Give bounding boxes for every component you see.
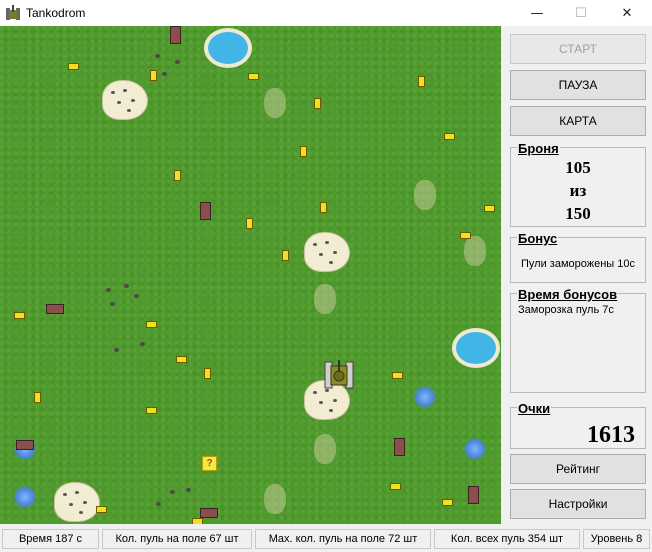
- armor-panel: Броня 105 из 150: [510, 141, 646, 227]
- bullet: [282, 250, 289, 261]
- rating-button[interactable]: Рейтинг: [510, 454, 646, 484]
- pebble: [106, 288, 111, 292]
- bonus-panel: Бонус Пули заморожены 10с: [510, 231, 646, 283]
- bullet: [146, 407, 157, 414]
- bullet: [442, 499, 453, 506]
- bonus-text: Пули заморожены 10с: [521, 258, 635, 270]
- pebble: [124, 284, 129, 288]
- freeze-effect: [14, 486, 36, 508]
- map-button[interactable]: КАРТА: [510, 106, 646, 136]
- rock: [54, 482, 100, 522]
- bullet: [204, 368, 211, 379]
- pebble: [140, 342, 145, 346]
- enemy-tank: [200, 202, 211, 220]
- pebble: [175, 60, 180, 64]
- bonus-time-text: Заморозка пуль 7с: [518, 304, 614, 316]
- faded-rock: [264, 88, 286, 118]
- bonus-time-title: Время бонусов: [517, 287, 619, 302]
- freeze-effect: [464, 438, 486, 460]
- bullet: [300, 146, 307, 157]
- pebble: [162, 72, 167, 76]
- pebble: [170, 490, 175, 494]
- pebble: [134, 294, 139, 298]
- armor-title: Броня: [517, 141, 560, 156]
- bullet: [246, 218, 253, 229]
- rock: [304, 232, 350, 272]
- bullet: [248, 73, 259, 80]
- settings-button[interactable]: Настройки: [510, 489, 646, 519]
- enemy-tank: [16, 440, 34, 450]
- status-time: Время 187 с: [2, 529, 99, 549]
- score-panel: Очки 1613: [510, 401, 646, 449]
- bullet: [96, 506, 107, 513]
- bullet: [390, 483, 401, 490]
- armor-max: 150: [565, 204, 591, 223]
- enemy-tank: [394, 438, 405, 456]
- bullet: [444, 133, 455, 140]
- bullet: [146, 321, 157, 328]
- window-title: Tankodrom: [26, 6, 86, 20]
- pebble: [186, 488, 191, 492]
- pebble: [110, 302, 115, 306]
- lake: [204, 28, 252, 68]
- faded-rock: [314, 284, 336, 314]
- status-level: Уровень 8: [583, 529, 650, 549]
- sidebar: СТАРТ ПАУЗА КАРТА Броня 105 из 150 Бонус…: [501, 26, 652, 524]
- bullet: [14, 312, 25, 319]
- armor-current: 105: [565, 158, 591, 177]
- minimize-button[interactable]: —: [514, 0, 560, 26]
- armor-of-label: из: [569, 181, 587, 200]
- close-button[interactable]: ✕: [604, 0, 650, 26]
- enemy-tank: [468, 486, 479, 504]
- faded-rock: [464, 236, 486, 266]
- start-button[interactable]: СТАРТ: [510, 34, 646, 64]
- pebble: [114, 348, 119, 352]
- bullet: [176, 356, 187, 363]
- faded-rock: [314, 434, 336, 464]
- bullet: [320, 202, 327, 213]
- bullet: [68, 63, 79, 70]
- pebble: [155, 54, 160, 58]
- score-title: Очки: [517, 401, 552, 416]
- enemy-tank: [200, 508, 218, 518]
- bullet: [460, 232, 471, 239]
- freeze-effect: [414, 386, 436, 408]
- rock: [102, 80, 148, 120]
- maximize-button[interactable]: ☐: [558, 0, 604, 26]
- player-tank: [324, 360, 354, 389]
- bullet: [314, 98, 321, 109]
- status-bar: Время 187 с Кол. пуль на поле 67 шт Max.…: [0, 524, 652, 552]
- bullet: [392, 372, 403, 379]
- title-bar: Tankodrom — ☐ ✕: [0, 0, 652, 26]
- bullet: [174, 170, 181, 181]
- enemy-tank: [46, 304, 64, 314]
- bullet: [418, 76, 425, 87]
- faded-rock: [414, 180, 436, 210]
- enemy-tank: [170, 26, 181, 44]
- status-max-bullets: Max. кол. пуль на поле 72 шт: [255, 529, 431, 549]
- bullet: [34, 392, 41, 403]
- bullet: [484, 205, 495, 212]
- pause-button[interactable]: ПАУЗА: [510, 70, 646, 100]
- status-total-bullets: Кол. всех пуль 354 шт: [434, 529, 580, 549]
- status-bullets-on-field: Кол. пуль на поле 67 шт: [102, 529, 252, 549]
- faded-rock: [264, 484, 286, 514]
- bullet: [150, 70, 157, 81]
- bonus-title: Бонус: [517, 231, 559, 246]
- game-field[interactable]: ?: [0, 26, 501, 524]
- pebble: [156, 502, 161, 506]
- score-value: 1613: [587, 422, 635, 448]
- tank-app-icon: [6, 5, 20, 20]
- bonus-time-panel: Время бонусов Заморозка пуль 7с: [510, 287, 646, 393]
- bonus-crate: ?: [202, 456, 217, 471]
- lake: [452, 328, 500, 368]
